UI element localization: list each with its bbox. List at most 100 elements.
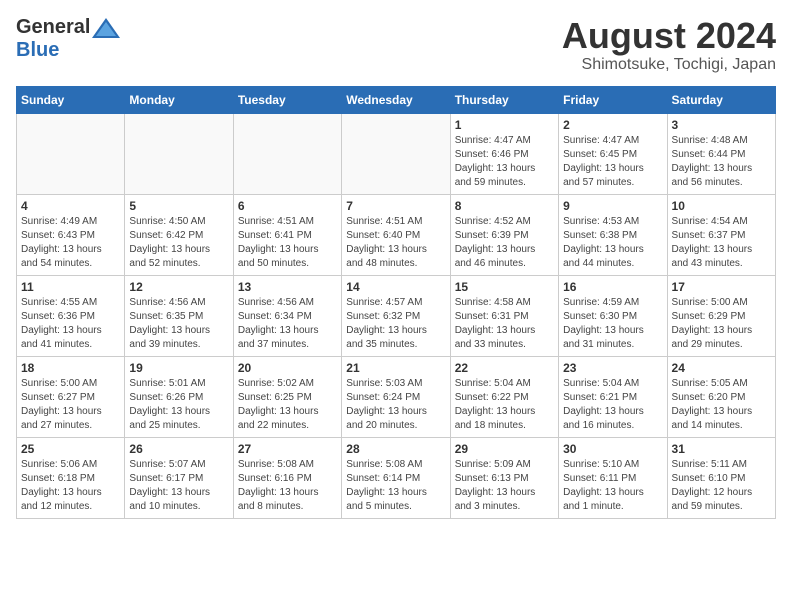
day-number: 4: [21, 199, 120, 213]
day-number: 6: [238, 199, 337, 213]
logo-general-text: General: [16, 16, 90, 39]
calendar-cell: 16 Sunrise: 4:59 AM Sunset: 6:30 PM Dayli…: [559, 275, 667, 356]
day-number: 15: [455, 280, 554, 294]
day-number: 22: [455, 361, 554, 375]
day-number: 10: [672, 199, 771, 213]
day-info: Sunrise: 4:47 AM Sunset: 6:45 PM Dayligh…: [563, 134, 662, 190]
day-info: Sunrise: 4:47 AM Sunset: 6:46 PM Dayligh…: [455, 134, 554, 190]
calendar-cell: [125, 113, 233, 194]
day-number: 30: [563, 442, 662, 456]
day-info: Sunrise: 4:59 AM Sunset: 6:30 PM Dayligh…: [563, 296, 662, 352]
logo-icon: [92, 18, 120, 38]
calendar-cell: [342, 113, 450, 194]
calendar-cell: 14Sunrise: 4:57 AM Sunset: 6:32 PM Dayli…: [342, 275, 450, 356]
calendar-cell: [233, 113, 341, 194]
day-info: Sunrise: 4:51 AM Sunset: 6:40 PM Dayligh…: [346, 215, 445, 271]
calendar-cell: 28 Sunrise: 5:08 AM Sunset: 6:14 PM Dayli…: [342, 437, 450, 518]
day-info: Sunrise: 5:04 AM Sunset: 6:22 PM Dayligh…: [455, 377, 554, 433]
calendar-week-row-3: 11 Sunrise: 4:55 AM Sunset: 6:36 PM Dayli…: [17, 275, 776, 356]
day-info: Sunrise: 5:00 AM Sunset: 6:29 PM Dayligh…: [672, 296, 771, 352]
calendar-week-row-5: 25Sunrise: 5:06 AM Sunset: 6:18 PM Dayli…: [17, 437, 776, 518]
day-info: Sunrise: 5:11 AM Sunset: 6:10 PM Dayligh…: [672, 458, 771, 514]
calendar-cell: 13Sunrise: 4:56 AM Sunset: 6:34 PM Dayli…: [233, 275, 341, 356]
calendar-cell: 20 Sunrise: 5:02 AM Sunset: 6:25 PM Dayli…: [233, 356, 341, 437]
calendar-cell: 15Sunrise: 4:58 AM Sunset: 6:31 PM Dayli…: [450, 275, 558, 356]
calendar-cell: 11 Sunrise: 4:55 AM Sunset: 6:36 PM Dayli…: [17, 275, 125, 356]
calendar-cell: 12Sunrise: 4:56 AM Sunset: 6:35 PM Dayli…: [125, 275, 233, 356]
day-number: 20: [238, 361, 337, 375]
day-number: 2: [563, 118, 662, 132]
day-info: Sunrise: 4:52 AM Sunset: 6:39 PM Dayligh…: [455, 215, 554, 271]
day-info: Sunrise: 5:07 AM Sunset: 6:17 PM Dayligh…: [129, 458, 228, 514]
day-number: 3: [672, 118, 771, 132]
weekday-header-sunday: Sunday: [17, 86, 125, 113]
calendar-cell: 2 Sunrise: 4:47 AM Sunset: 6:45 PM Daylig…: [559, 113, 667, 194]
calendar-cell: 3 Sunrise: 4:48 AM Sunset: 6:44 PM Daylig…: [667, 113, 775, 194]
calendar-cell: 29Sunrise: 5:09 AM Sunset: 6:13 PM Dayli…: [450, 437, 558, 518]
day-number: 8: [455, 199, 554, 213]
day-number: 23: [563, 361, 662, 375]
calendar-cell: 4 Sunrise: 4:49 AM Sunset: 6:43 PM Daylig…: [17, 194, 125, 275]
day-info: Sunrise: 5:08 AM Sunset: 6:16 PM Dayligh…: [238, 458, 337, 514]
calendar-cell: 25Sunrise: 5:06 AM Sunset: 6:18 PM Dayli…: [17, 437, 125, 518]
calendar-cell: 7 Sunrise: 4:51 AM Sunset: 6:40 PM Daylig…: [342, 194, 450, 275]
day-number: 7: [346, 199, 445, 213]
calendar-cell: 21Sunrise: 5:03 AM Sunset: 6:24 PM Dayli…: [342, 356, 450, 437]
calendar-cell: 19Sunrise: 5:01 AM Sunset: 6:26 PM Dayli…: [125, 356, 233, 437]
day-number: 5: [129, 199, 228, 213]
day-number: 27: [238, 442, 337, 456]
day-info: Sunrise: 5:02 AM Sunset: 6:25 PM Dayligh…: [238, 377, 337, 433]
day-number: 11: [21, 280, 120, 294]
day-number: 12: [129, 280, 228, 294]
day-info: Sunrise: 5:04 AM Sunset: 6:21 PM Dayligh…: [563, 377, 662, 433]
day-info: Sunrise: 4:53 AM Sunset: 6:38 PM Dayligh…: [563, 215, 662, 271]
day-info: Sunrise: 4:48 AM Sunset: 6:44 PM Dayligh…: [672, 134, 771, 190]
calendar-cell: 17 Sunrise: 5:00 AM Sunset: 6:29 PM Dayli…: [667, 275, 775, 356]
calendar-cell: 10 Sunrise: 4:54 AM Sunset: 6:37 PM Dayli…: [667, 194, 775, 275]
calendar-week-row-1: 1 Sunrise: 4:47 AM Sunset: 6:46 PM Daylig…: [17, 113, 776, 194]
calendar-cell: 23 Sunrise: 5:04 AM Sunset: 6:21 PM Dayli…: [559, 356, 667, 437]
header: General Blue August 2024 Shimotsuke, Toc…: [16, 16, 776, 74]
day-info: Sunrise: 4:49 AM Sunset: 6:43 PM Dayligh…: [21, 215, 120, 271]
day-info: Sunrise: 5:00 AM Sunset: 6:27 PM Dayligh…: [21, 377, 120, 433]
day-number: 26: [129, 442, 228, 456]
day-number: 17: [672, 280, 771, 294]
day-number: 24: [672, 361, 771, 375]
calendar-cell: 27 Sunrise: 5:08 AM Sunset: 6:16 PM Dayli…: [233, 437, 341, 518]
day-info: Sunrise: 4:50 AM Sunset: 6:42 PM Dayligh…: [129, 215, 228, 271]
weekday-header-wednesday: Wednesday: [342, 86, 450, 113]
weekday-header-monday: Monday: [125, 86, 233, 113]
calendar-cell: 24 Sunrise: 5:05 AM Sunset: 6:20 PM Dayli…: [667, 356, 775, 437]
logo: General Blue: [16, 16, 120, 62]
day-info: Sunrise: 5:01 AM Sunset: 6:26 PM Dayligh…: [129, 377, 228, 433]
day-info: Sunrise: 4:55 AM Sunset: 6:36 PM Dayligh…: [21, 296, 120, 352]
day-info: Sunrise: 4:57 AM Sunset: 6:32 PM Dayligh…: [346, 296, 445, 352]
day-info: Sunrise: 5:08 AM Sunset: 6:14 PM Dayligh…: [346, 458, 445, 514]
weekday-header-saturday: Saturday: [667, 86, 775, 113]
day-number: 28: [346, 442, 445, 456]
day-number: 9: [563, 199, 662, 213]
calendar-cell: 8 Sunrise: 4:52 AM Sunset: 6:39 PM Daylig…: [450, 194, 558, 275]
calendar-cell: [17, 113, 125, 194]
day-info: Sunrise: 5:06 AM Sunset: 6:18 PM Dayligh…: [21, 458, 120, 514]
day-number: 18: [21, 361, 120, 375]
day-number: 1: [455, 118, 554, 132]
weekday-header-tuesday: Tuesday: [233, 86, 341, 113]
calendar-cell: 18 Sunrise: 5:00 AM Sunset: 6:27 PM Dayli…: [17, 356, 125, 437]
logo-blue-text: Blue: [16, 39, 59, 62]
weekday-header-thursday: Thursday: [450, 86, 558, 113]
day-info: Sunrise: 5:05 AM Sunset: 6:20 PM Dayligh…: [672, 377, 771, 433]
weekday-header-friday: Friday: [559, 86, 667, 113]
calendar-cell: 31Sunrise: 5:11 AM Sunset: 6:10 PM Dayli…: [667, 437, 775, 518]
calendar-week-row-4: 18 Sunrise: 5:00 AM Sunset: 6:27 PM Dayli…: [17, 356, 776, 437]
calendar-cell: 1 Sunrise: 4:47 AM Sunset: 6:46 PM Daylig…: [450, 113, 558, 194]
calendar-table: SundayMondayTuesdayWednesdayThursdayFrid…: [16, 86, 776, 519]
day-info: Sunrise: 4:54 AM Sunset: 6:37 PM Dayligh…: [672, 215, 771, 271]
day-number: 16: [563, 280, 662, 294]
weekday-header-row: SundayMondayTuesdayWednesdayThursdayFrid…: [17, 86, 776, 113]
day-info: Sunrise: 4:56 AM Sunset: 6:34 PM Dayligh…: [238, 296, 337, 352]
title-area: August 2024 Shimotsuke, Tochigi, Japan: [562, 16, 776, 74]
day-info: Sunrise: 5:10 AM Sunset: 6:11 PM Dayligh…: [563, 458, 662, 514]
calendar-cell: 6Sunrise: 4:51 AM Sunset: 6:41 PM Daylig…: [233, 194, 341, 275]
day-info: Sunrise: 5:03 AM Sunset: 6:24 PM Dayligh…: [346, 377, 445, 433]
